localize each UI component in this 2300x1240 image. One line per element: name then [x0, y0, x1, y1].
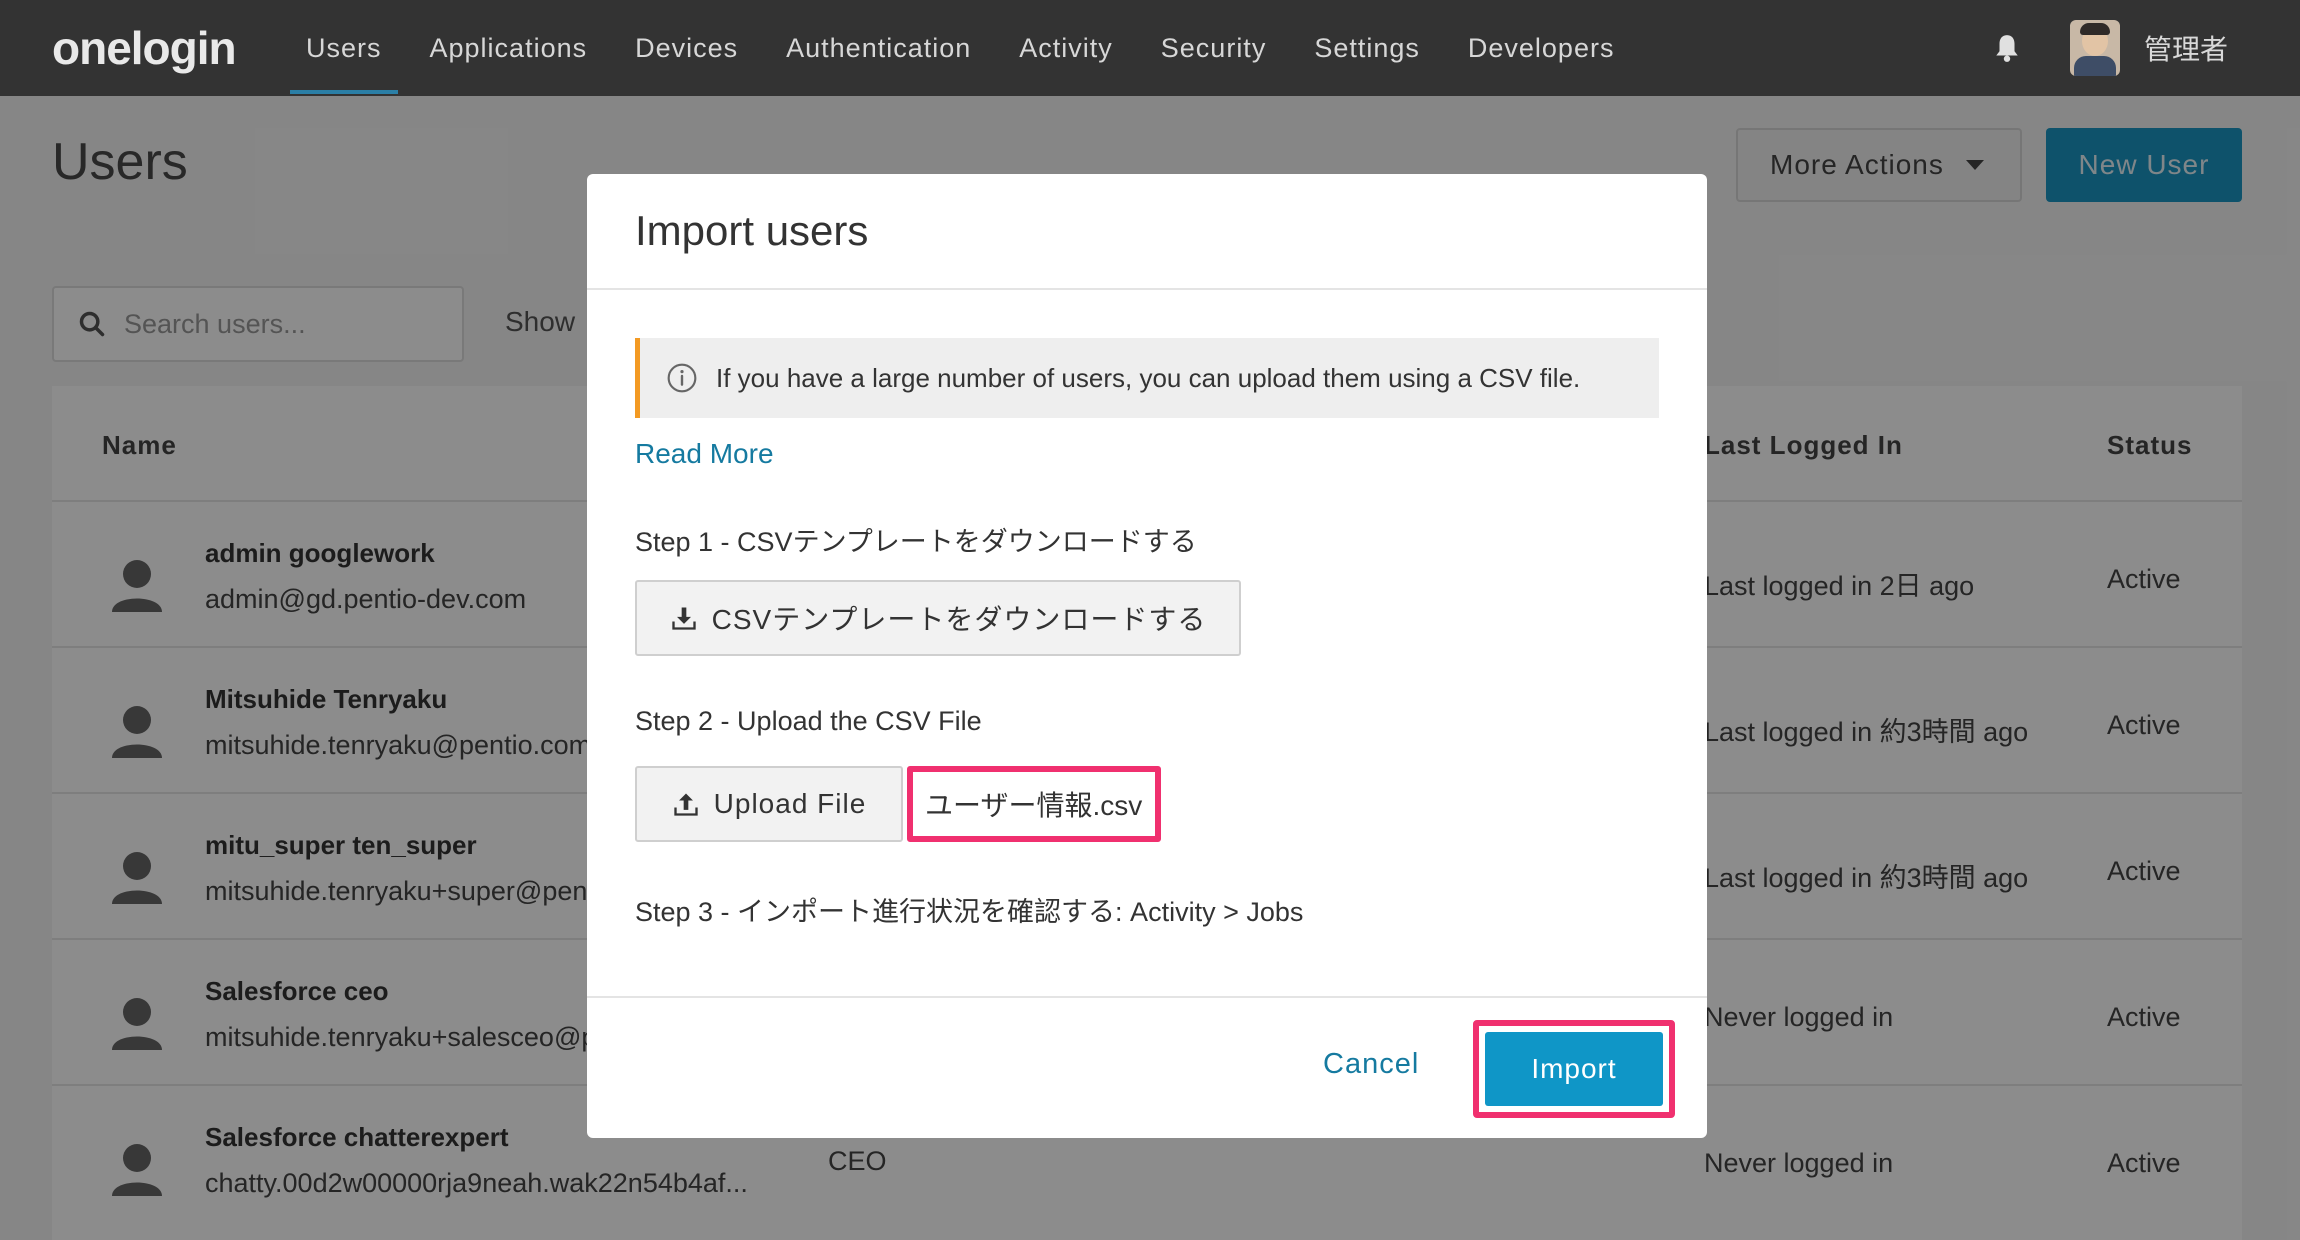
main-nav: Users Applications Devices Authenticatio…	[282, 0, 1638, 96]
upload-file-button[interactable]: Upload File	[635, 766, 903, 842]
download-template-label: CSVテンプレートをダウンロードする	[711, 604, 1207, 635]
download-icon	[671, 607, 696, 630]
nav-item-settings[interactable]: Settings	[1290, 0, 1444, 96]
step-2-label: Step 2 - Upload the CSV File	[635, 706, 982, 736]
import-users-dialog: Import users If you have a large number …	[587, 174, 1707, 1138]
user-avatar[interactable]	[2069, 20, 2120, 76]
info-icon	[667, 363, 697, 393]
nav-item-applications[interactable]: Applications	[406, 0, 612, 96]
nav-item-users[interactable]: Users	[282, 0, 406, 96]
nav-user-area: 管理者	[1994, 0, 2300, 96]
nav-item-developers[interactable]: Developers	[1444, 0, 1639, 96]
cancel-button[interactable]: Cancel	[1323, 1048, 1419, 1081]
read-more-link[interactable]: Read More	[635, 438, 774, 470]
info-text: If you have a large number of users, you…	[716, 362, 1581, 393]
modal-footer-divider	[587, 996, 1707, 998]
modal-title: Import users	[635, 207, 869, 254]
step-3-label: Step 3 - インポート進行状況を確認する: Activity > Jobs	[635, 897, 1304, 927]
upload-icon	[674, 793, 698, 816]
top-nav: onelogin Users Applications Devices Auth…	[0, 0, 2300, 96]
upload-file-label: Upload File	[713, 788, 867, 819]
modal-header: Import users	[587, 174, 1707, 290]
selected-filename: ユーザー情報.csv	[907, 766, 1161, 842]
download-template-button[interactable]: CSVテンプレートをダウンロードする	[635, 580, 1241, 656]
user-menu-name[interactable]: 管理者	[2144, 28, 2228, 68]
nav-item-security[interactable]: Security	[1137, 0, 1291, 96]
nav-item-authentication[interactable]: Authentication	[762, 0, 995, 96]
nav-item-devices[interactable]: Devices	[611, 0, 762, 96]
import-button[interactable]: Import	[1485, 1032, 1663, 1106]
step-1-label: Step 1 - CSVテンプレートをダウンロードする	[635, 527, 1197, 557]
onelogin-logo[interactable]: onelogin	[52, 21, 282, 75]
nav-item-activity[interactable]: Activity	[995, 0, 1137, 96]
import-button-highlight: Import	[1473, 1020, 1675, 1118]
info-alert: If you have a large number of users, you…	[635, 338, 1659, 418]
bell-icon[interactable]	[1994, 33, 2020, 63]
